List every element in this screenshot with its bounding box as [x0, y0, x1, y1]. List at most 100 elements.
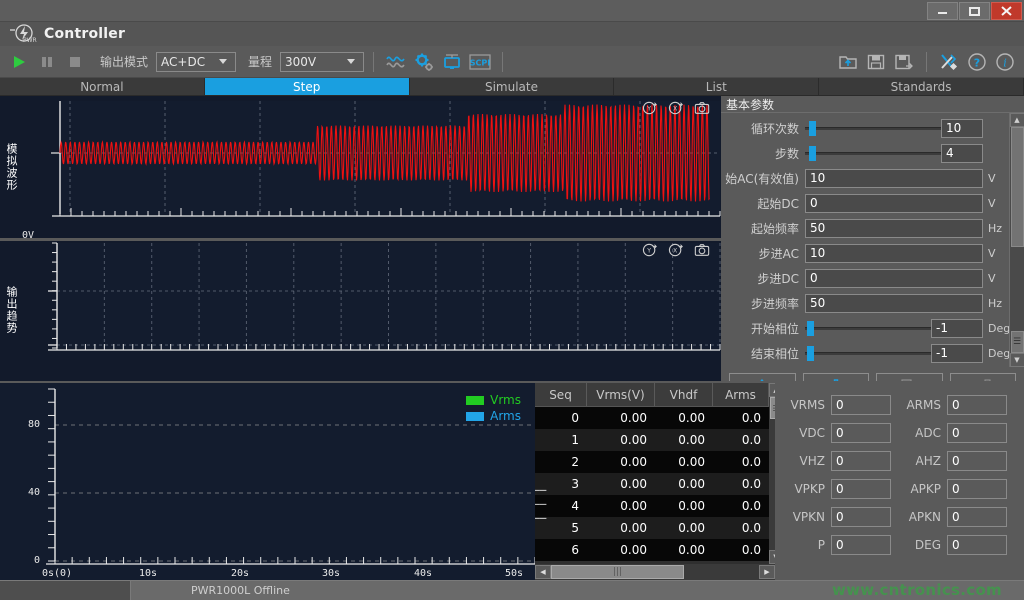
play-icon[interactable]: [6, 49, 32, 75]
maximize-button[interactable]: [959, 2, 990, 20]
param-slider-1[interactable]: 4: [805, 144, 983, 163]
camera-icon[interactable]: [694, 100, 710, 120]
meter-value-vpkp[interactable]: 0: [831, 479, 891, 499]
zoom-y-icon[interactable]: Y: [642, 100, 658, 120]
table-row[interactable]: 40.000.000.0: [535, 495, 769, 517]
meter-value-arms[interactable]: 0: [947, 395, 1007, 415]
slider-thumb[interactable]: [807, 321, 814, 336]
param-row-7: 步进频率50Hz: [721, 292, 1009, 314]
status-bar-left-pane: [0, 581, 131, 600]
meter-value-vdc[interactable]: 0: [831, 423, 891, 443]
range-select[interactable]: 300V: [280, 52, 364, 72]
zoom-x-icon[interactable]: X: [668, 100, 684, 120]
params-scrollbar[interactable]: ▲ ☰ ▼: [1009, 113, 1024, 367]
table-cell-seq: 0: [535, 407, 587, 429]
meter-value-vhz[interactable]: 0: [831, 451, 891, 471]
table-cell-arms: 0.0: [713, 473, 769, 495]
param-slider-8[interactable]: -1: [805, 319, 983, 338]
table-scroll-left-icon[interactable]: ◀: [535, 565, 551, 579]
param-input-2[interactable]: 10: [805, 169, 983, 188]
monitor-icon[interactable]: [439, 49, 465, 75]
rms-x-tick-4: 40s: [414, 568, 432, 579]
tab-standards[interactable]: Standards: [819, 78, 1024, 95]
info-icon[interactable]: i: [992, 49, 1018, 75]
table-scroll-right-icon[interactable]: ▶: [759, 565, 775, 579]
table-hscroll-thumb[interactable]: |||: [551, 565, 684, 579]
table-row[interactable]: 20.000.000.0: [535, 451, 769, 473]
open-folder-icon[interactable]: [835, 49, 861, 75]
waveform-icon[interactable]: [383, 49, 409, 75]
minimize-button[interactable]: [927, 2, 958, 20]
meter-value-apkn[interactable]: 0: [947, 507, 1007, 527]
params-scroll-grip[interactable]: ☰: [1011, 331, 1024, 353]
gears-icon[interactable]: [411, 49, 437, 75]
table-header-vrms-v-[interactable]: Vrms(V): [587, 383, 655, 406]
meter-value-vpkn[interactable]: 0: [831, 507, 891, 527]
meter-value-adc[interactable]: 0: [947, 423, 1007, 443]
table-hscrollbar[interactable]: ◀ ||| ▶: [535, 564, 775, 580]
param-input-6[interactable]: 0: [805, 269, 983, 288]
param-value-9[interactable]: -1: [931, 344, 983, 363]
param-value-0[interactable]: 10: [941, 119, 983, 138]
meter-value-deg[interactable]: 0: [947, 535, 1007, 555]
zoom-x-icon[interactable]: X: [668, 242, 684, 262]
zoom-y-icon[interactable]: Y: [642, 242, 658, 262]
rms-trend-plot[interactable]: [0, 383, 535, 580]
param-unit-7: Hz: [983, 297, 1007, 310]
param-slider-0[interactable]: 10: [805, 119, 983, 138]
table-cell-arms: 0.0: [713, 539, 769, 561]
scpi-icon[interactable]: SCPI: [467, 49, 493, 75]
slider-thumb[interactable]: [809, 121, 816, 136]
meter-value-apkp[interactable]: 0: [947, 479, 1007, 499]
meter-value-ahz[interactable]: 0: [947, 451, 1007, 471]
param-slider-9[interactable]: -1: [805, 344, 983, 363]
meter-value-p[interactable]: 0: [831, 535, 891, 555]
pause-icon[interactable]: [34, 49, 60, 75]
close-button[interactable]: [991, 2, 1022, 20]
stop-icon[interactable]: [62, 49, 88, 75]
table-cell-vhdf: 0.00: [655, 539, 713, 561]
table-row[interactable]: 60.000.000.0: [535, 539, 769, 561]
analog-chart-tools: Y X: [642, 100, 710, 120]
table-row[interactable]: 00.000.000.0: [535, 407, 769, 429]
save-icon[interactable]: [863, 49, 889, 75]
slider-thumb[interactable]: [807, 346, 814, 361]
table-cell-arms: 0.0: [713, 429, 769, 451]
param-value-8[interactable]: -1: [931, 319, 983, 338]
svg-text:Y: Y: [646, 248, 651, 255]
table-header-arms[interactable]: Arms: [713, 383, 769, 406]
help-icon[interactable]: ?: [964, 49, 990, 75]
output-trend-plot[interactable]: [0, 241, 721, 378]
svg-text:SCPI: SCPI: [470, 58, 490, 67]
arms-color-swatch: [466, 412, 484, 421]
table-header-vhdf[interactable]: Vhdf: [655, 383, 713, 406]
param-input-4[interactable]: 50: [805, 219, 983, 238]
svg-text:PWR: PWR: [23, 37, 37, 44]
output-mode-select[interactable]: AC+DC: [156, 52, 236, 72]
scroll-down-icon[interactable]: ▼: [1010, 353, 1024, 367]
param-input-7[interactable]: 50: [805, 294, 983, 313]
tab-simulate[interactable]: Simulate: [410, 78, 615, 95]
rms-y-tick-80: 80: [28, 419, 40, 430]
params-scroll-thumb[interactable]: [1011, 127, 1024, 247]
save-as-icon[interactable]: [891, 49, 917, 75]
svg-text:?: ?: [974, 56, 980, 69]
param-value-1[interactable]: 4: [941, 144, 983, 163]
tab-normal[interactable]: Normal: [0, 78, 205, 95]
table-row[interactable]: 30.000.000.0: [535, 473, 769, 495]
table-row[interactable]: 50.000.000.0: [535, 517, 769, 539]
slider-thumb[interactable]: [809, 146, 816, 161]
camera-icon[interactable]: [694, 242, 710, 262]
analog-waveform-plot[interactable]: [0, 96, 721, 241]
param-input-5[interactable]: 10: [805, 244, 983, 263]
table-cell-seq: 2: [535, 451, 587, 473]
param-input-3[interactable]: 0: [805, 194, 983, 213]
table-header-seq[interactable]: Seq: [535, 383, 587, 406]
meter-value-vrms[interactable]: 0: [831, 395, 891, 415]
tools-icon[interactable]: [936, 49, 962, 75]
table-row[interactable]: 10.000.000.0: [535, 429, 769, 451]
tab-list[interactable]: List: [614, 78, 819, 95]
range-label: 量程: [248, 53, 272, 70]
scroll-up-icon[interactable]: ▲: [1010, 113, 1024, 127]
tab-step[interactable]: Step: [205, 78, 410, 95]
